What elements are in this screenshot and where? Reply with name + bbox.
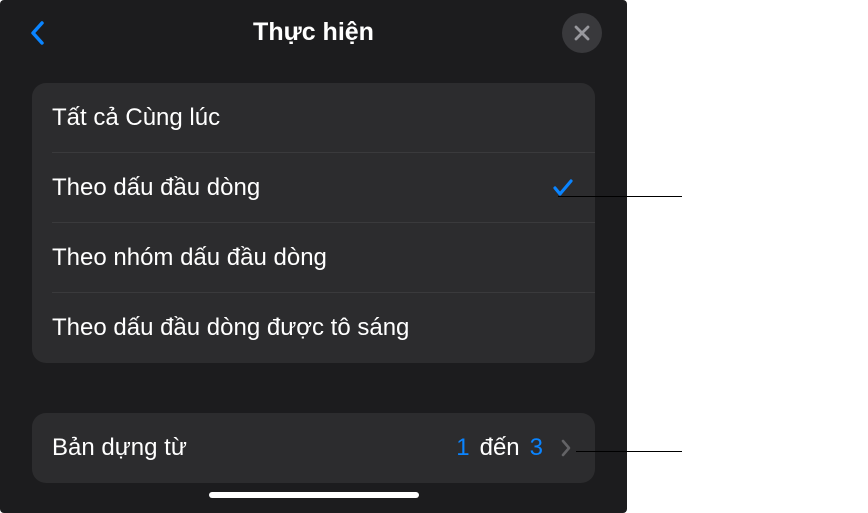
option-label: Theo dấu đầu dòng	[52, 174, 260, 202]
build-from-value: 1	[456, 434, 469, 462]
option-label: Theo nhóm dấu đầu dòng	[52, 244, 327, 272]
content-area: Tất cả Cùng lúc Theo dấu đầu dòng Theo n…	[0, 65, 627, 483]
build-range-label: Bản dựng từ	[52, 434, 187, 462]
close-icon	[574, 25, 590, 41]
callout-line	[558, 196, 682, 197]
option-label: Theo dấu đầu dòng được tô sáng	[52, 314, 409, 342]
build-range-group: Bản dựng từ 1 đến 3	[32, 413, 595, 483]
option-label: Tất cả Cùng lúc	[52, 104, 220, 132]
option-by-bullet-group[interactable]: Theo nhóm dấu đầu dòng	[32, 223, 595, 293]
build-to-text: đến	[480, 434, 520, 462]
callout-line	[576, 451, 682, 452]
back-button[interactable]	[25, 21, 49, 45]
option-by-highlighted-bullet[interactable]: Theo dấu đầu dòng được tô sáng	[32, 293, 595, 363]
header: Thực hiện	[0, 0, 627, 65]
chevron-left-icon	[30, 21, 44, 45]
chevron-right-icon	[561, 438, 575, 458]
page-title: Thực hiện	[253, 18, 374, 47]
build-range-value: 1 đến 3	[456, 434, 575, 462]
build-to-value: 3	[530, 434, 543, 462]
option-all-at-once[interactable]: Tất cả Cùng lúc	[32, 83, 595, 153]
home-indicator[interactable]	[209, 492, 419, 498]
close-button[interactable]	[562, 13, 602, 53]
delivery-settings-panel: Thực hiện Tất cả Cùng lúc Theo dấu đầu d…	[0, 0, 627, 513]
build-range-row[interactable]: Bản dựng từ 1 đến 3	[32, 413, 595, 483]
delivery-options-list: Tất cả Cùng lúc Theo dấu đầu dòng Theo n…	[32, 83, 595, 363]
option-by-bullet[interactable]: Theo dấu đầu dòng	[32, 153, 595, 223]
